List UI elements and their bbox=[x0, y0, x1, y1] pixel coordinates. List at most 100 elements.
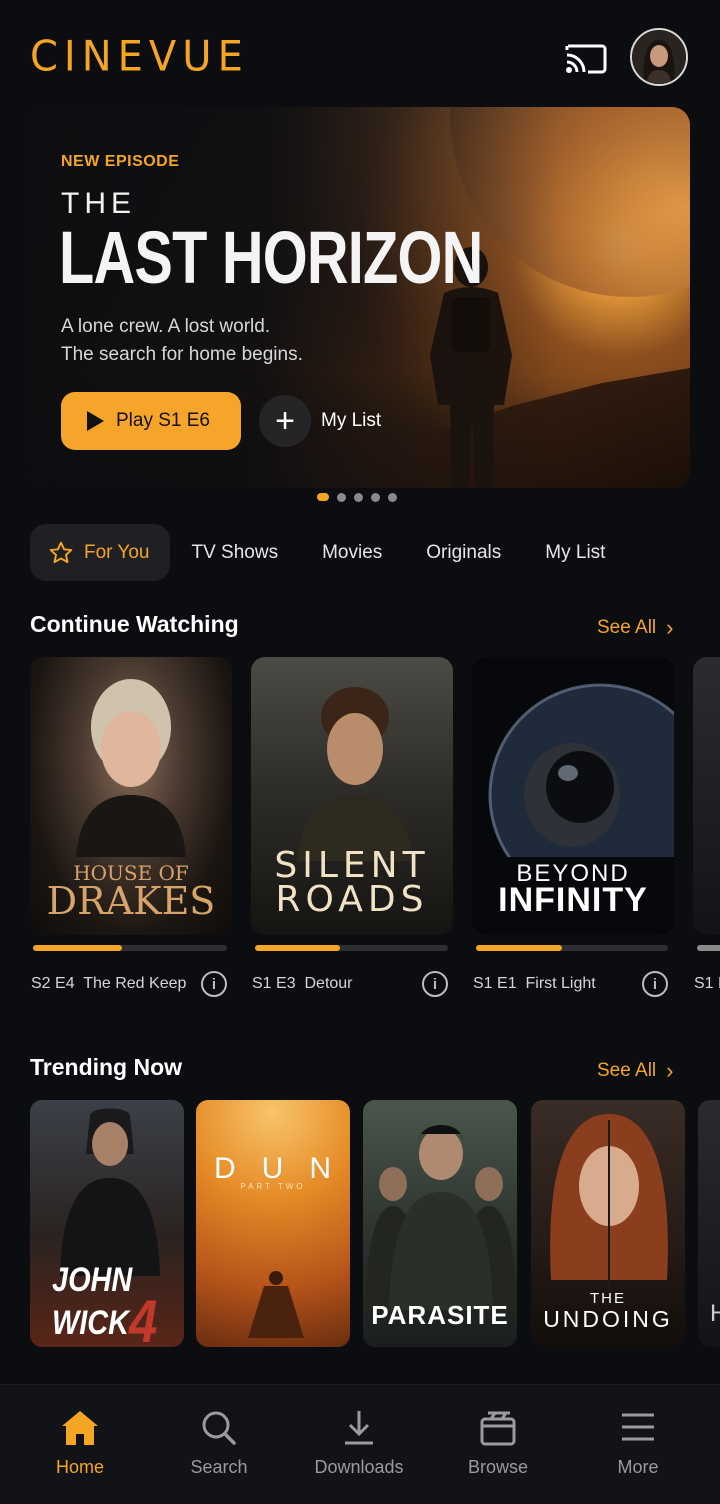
watch-progress-bar bbox=[255, 945, 448, 951]
tab-originals[interactable]: Originals bbox=[404, 524, 523, 581]
episode-meta: S1 E bbox=[694, 975, 720, 993]
hero-banner[interactable]: NEW EPISODE THE LAST HORIZON A lone crew… bbox=[30, 107, 690, 488]
carousel-dot[interactable] bbox=[317, 493, 329, 501]
trending-card[interactable]: JOHN WICK4 bbox=[30, 1100, 184, 1347]
continue-watching-card[interactable]: BEYOND INFINITY bbox=[472, 657, 674, 935]
tab-my-list[interactable]: My List bbox=[523, 524, 627, 581]
chevron-right-icon: › bbox=[666, 615, 674, 640]
tab-label: For You bbox=[84, 541, 150, 563]
poster-title-line: INFINITY bbox=[498, 881, 648, 919]
carousel-dot[interactable] bbox=[371, 493, 380, 502]
hero-title: LAST HORIZON bbox=[59, 216, 483, 299]
episode-meta: S2 E4 The Red Keep bbox=[31, 975, 186, 993]
poster-title: PARASITE bbox=[371, 1300, 509, 1330]
poster-art bbox=[297, 687, 413, 861]
watch-progress-fill bbox=[476, 945, 563, 951]
continue-watching-title: Continue Watching bbox=[30, 611, 239, 637]
trending-card[interactable]: H bbox=[698, 1100, 720, 1347]
poster-title-line: WICK4 bbox=[52, 1292, 157, 1348]
poster-title-line: UNDOING bbox=[543, 1306, 673, 1332]
episode-number: S1 E1 bbox=[473, 975, 517, 992]
app-logo[interactable]: CINEVUE bbox=[30, 33, 249, 81]
continue-watching-card[interactable]: HOUSE OF DRAKES bbox=[30, 657, 232, 935]
carousel-dot[interactable] bbox=[388, 493, 397, 502]
top-bar: CINEVUE bbox=[0, 0, 720, 110]
cast-icon bbox=[565, 44, 607, 74]
category-tabs: For You TV Shows Movies Originals My Lis… bbox=[30, 524, 627, 581]
trending-see-all[interactable]: See All › bbox=[597, 1058, 673, 1084]
watch-progress-fill bbox=[255, 945, 340, 951]
watch-progress-bar bbox=[697, 945, 720, 951]
poster-title-number: 4 bbox=[129, 1288, 158, 1348]
trending-card[interactable]: THE UNDOING bbox=[531, 1100, 685, 1347]
episode-number: S1 E bbox=[694, 975, 720, 992]
poster-subtitle: PART TWO bbox=[240, 1182, 306, 1191]
info-icon[interactable]: i bbox=[201, 971, 227, 997]
poster-art bbox=[76, 679, 186, 857]
info-icon[interactable]: i bbox=[422, 971, 448, 997]
my-list-label: My List bbox=[321, 410, 382, 431]
episode-number: S1 E3 bbox=[252, 975, 296, 992]
see-all-label: See All bbox=[597, 1060, 657, 1081]
nav-home[interactable]: Home bbox=[20, 1409, 140, 1478]
tab-for-you[interactable]: For You bbox=[30, 524, 170, 581]
home-icon bbox=[62, 1411, 98, 1445]
nav-label: Home bbox=[55, 1457, 104, 1477]
nav-label: Browse bbox=[467, 1457, 529, 1477]
watch-progress-fill bbox=[33, 945, 123, 951]
nav-downloads[interactable]: Downloads bbox=[299, 1409, 419, 1478]
trending-now-title: Trending Now bbox=[30, 1054, 183, 1080]
poster-art bbox=[488, 683, 674, 857]
hero-tag: NEW EPISODE bbox=[61, 153, 180, 170]
continue-watching-see-all[interactable]: See All › bbox=[597, 615, 673, 641]
poster-art bbox=[248, 1271, 304, 1338]
nav-label: More bbox=[617, 1457, 659, 1477]
info-icon[interactable]: i bbox=[642, 971, 668, 997]
add-to-my-list-button[interactable]: + My List bbox=[259, 392, 381, 450]
play-icon bbox=[87, 411, 104, 431]
nav-label: Downloads bbox=[314, 1457, 404, 1477]
carousel-dot[interactable] bbox=[337, 493, 346, 502]
carousel-dot[interactable] bbox=[354, 493, 363, 502]
play-button[interactable]: Play S1 E6 bbox=[61, 392, 241, 450]
cast-button[interactable] bbox=[562, 38, 608, 78]
poster-art bbox=[60, 1108, 160, 1276]
nav-browse[interactable]: Browse bbox=[438, 1409, 558, 1478]
episode-title: First Light bbox=[525, 975, 596, 992]
episode-number: S2 E4 bbox=[31, 975, 75, 992]
trending-card[interactable]: DUNE PART TWO bbox=[196, 1100, 350, 1347]
chevron-right-icon: › bbox=[666, 1058, 674, 1083]
carousel-indicator bbox=[317, 493, 397, 502]
episode-title: The Red Keep bbox=[83, 975, 187, 992]
continue-watching-card[interactable]: SILENT ROADS bbox=[251, 657, 453, 935]
poster-title: H bbox=[710, 1300, 720, 1327]
poster-title-line: DRAKES bbox=[46, 879, 216, 923]
poster-title: JOHN WICK4 bbox=[52, 1263, 157, 1348]
watch-progress-bar bbox=[33, 945, 227, 951]
episode-meta: S1 E1 First Light bbox=[473, 975, 596, 993]
tab-movies[interactable]: Movies bbox=[300, 524, 404, 581]
episode-meta: S1 E3 Detour bbox=[252, 975, 353, 993]
bottom-navigation: Home Search Downloads Browse More bbox=[0, 1384, 720, 1504]
nav-search[interactable]: Search bbox=[159, 1409, 279, 1478]
trending-card[interactable]: PARASITE bbox=[363, 1100, 517, 1347]
plus-icon: + bbox=[259, 395, 311, 447]
hero-description-line: The search for home begins. bbox=[61, 344, 303, 365]
hero-description-line: A lone crew. A lost world. bbox=[61, 316, 271, 337]
play-button-label: Play S1 E6 bbox=[116, 410, 210, 431]
poster-title: DUNE bbox=[214, 1152, 350, 1185]
watch-progress-fill bbox=[697, 945, 720, 951]
poster-art bbox=[365, 1125, 517, 1310]
poster-art bbox=[550, 1114, 668, 1300]
clapperboard-icon bbox=[480, 1411, 516, 1446]
nav-more[interactable]: More bbox=[578, 1409, 698, 1478]
search-icon bbox=[202, 1411, 236, 1445]
see-all-label: See All bbox=[597, 617, 657, 638]
continue-watching-card[interactable] bbox=[693, 657, 720, 935]
profile-avatar[interactable] bbox=[630, 28, 688, 86]
watch-progress-bar bbox=[476, 945, 668, 951]
nav-label: Search bbox=[190, 1457, 248, 1477]
tab-tv-shows[interactable]: TV Shows bbox=[170, 524, 301, 581]
menu-icon bbox=[622, 1413, 654, 1441]
poster-title-line: ROADS bbox=[275, 879, 429, 920]
